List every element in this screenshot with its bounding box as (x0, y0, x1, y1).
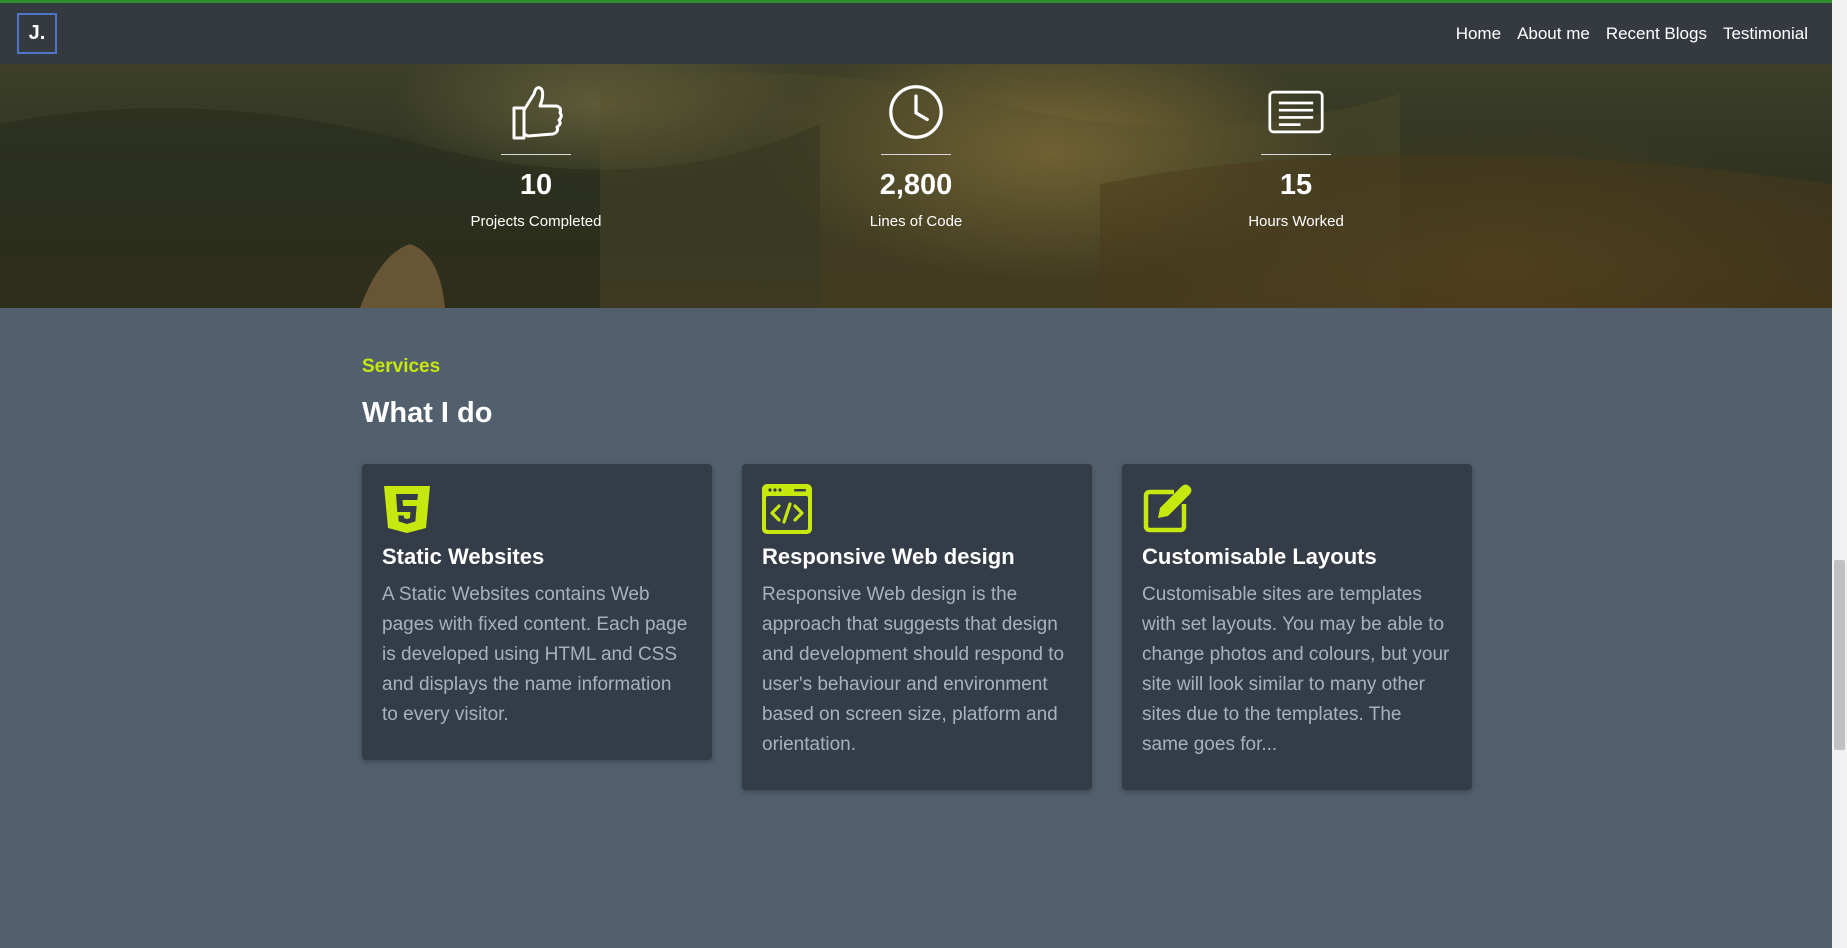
stat-hours-worked: 15 Hours Worked (1196, 82, 1396, 230)
scrollbar[interactable] (1832, 0, 1847, 948)
card-text: Customisable sites are templates with se… (1142, 584, 1450, 755)
stat-label: Lines of Code (869, 213, 963, 230)
stat-lines-of-code: 2,800 Lines of Code (816, 82, 1016, 230)
stat-label: Projects Completed (470, 213, 602, 230)
nav-link-recent-blogs[interactable]: Recent Blogs (1606, 24, 1707, 44)
nav-link-about-me[interactable]: About me (1517, 24, 1590, 44)
edit-icon (1143, 484, 1192, 533)
nav-link-testimonial[interactable]: Testimonial (1723, 24, 1808, 44)
nav-links: Home About me Recent Blogs Testimonial (1456, 24, 1808, 44)
scrollbar-thumb[interactable] (1834, 560, 1845, 750)
logo[interactable]: J. (17, 13, 57, 54)
stat-projects: 10 Projects Completed (436, 82, 636, 230)
stat-value: 15 (1279, 169, 1313, 201)
service-card-customisable-layouts: Customisable Layouts Customisable sites … (1122, 464, 1472, 790)
stat-value: 10 (519, 169, 553, 201)
service-card-responsive-design: Responsive Web design Responsive Web des… (742, 464, 1092, 790)
services-subtitle: Services (362, 356, 441, 377)
stats-hero: 10 Projects Completed 2,800 Lines of Cod… (0, 64, 1832, 308)
clock-icon (889, 85, 943, 139)
code-window-icon (762, 484, 812, 534)
stat-divider (881, 154, 951, 155)
card-text: A Static Websites contains Web pages wit… (382, 584, 688, 725)
stat-divider (501, 154, 571, 155)
services-title: What I do (362, 397, 493, 429)
document-icon (1268, 90, 1324, 134)
service-card-static-websites: Static Websites A Static Websites contai… (362, 464, 712, 760)
navbar: J. Home About me Recent Blogs Testimonia… (0, 3, 1832, 64)
stat-divider (1261, 154, 1331, 155)
nav-link-home[interactable]: Home (1456, 24, 1501, 44)
thumbs-up-icon (512, 86, 563, 140)
card-title: Customisable Layouts (1142, 544, 1377, 569)
card-title: Responsive Web design (762, 544, 1015, 569)
card-text: Responsive Web design is the approach th… (762, 584, 1065, 755)
stat-value: 2,800 (879, 169, 953, 201)
html5-icon (384, 486, 430, 533)
card-title: Static Websites (382, 544, 545, 569)
stat-label: Hours Worked (1248, 213, 1344, 230)
